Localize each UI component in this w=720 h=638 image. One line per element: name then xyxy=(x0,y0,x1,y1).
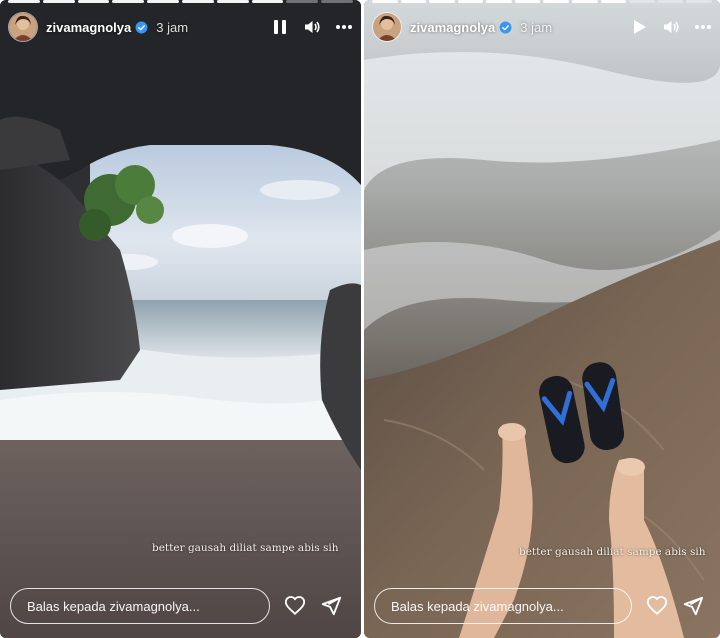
progress-segment xyxy=(321,0,353,3)
verified-badge-icon xyxy=(499,21,512,34)
verified-badge-icon xyxy=(135,21,148,34)
progress-segment xyxy=(572,0,598,3)
reply-bar xyxy=(10,588,351,624)
pause-icon[interactable] xyxy=(271,18,289,36)
reply-input[interactable] xyxy=(10,588,270,624)
more-options-icon[interactable] xyxy=(335,18,353,36)
heart-icon[interactable] xyxy=(646,595,668,617)
post-time: 3 jam xyxy=(156,19,189,35)
progress-segment xyxy=(181,0,214,3)
story-caption: better gausah diliat sampe abis sih xyxy=(152,542,339,554)
volume-icon[interactable] xyxy=(662,18,680,36)
progress-segment xyxy=(657,0,684,3)
post-time: 3 jam xyxy=(520,19,553,35)
story-panel-left[interactable]: zivamagnolya 3 jam better gausah diliat … xyxy=(0,0,361,638)
progress-segment xyxy=(216,0,249,3)
progress-segment xyxy=(629,0,655,3)
progress-segment xyxy=(77,0,110,3)
story-progress-bar xyxy=(8,0,353,3)
avatar[interactable] xyxy=(8,12,38,42)
play-icon[interactable] xyxy=(630,18,648,36)
reply-input[interactable] xyxy=(374,588,632,624)
progress-segment xyxy=(457,0,484,3)
progress-segment xyxy=(429,0,455,3)
progress-segment xyxy=(286,0,319,3)
progress-segment xyxy=(543,0,570,3)
username[interactable]: zivamagnolya xyxy=(410,20,495,35)
progress-segment xyxy=(400,0,427,3)
progress-segment xyxy=(686,0,712,3)
username[interactable]: zivamagnolya xyxy=(46,20,131,35)
avatar[interactable] xyxy=(372,12,402,42)
reply-bar xyxy=(374,588,710,624)
volume-icon[interactable] xyxy=(303,18,321,36)
progress-segment xyxy=(514,0,541,3)
story-header: zivamagnolya 3 jam xyxy=(8,12,353,42)
progress-segment xyxy=(147,0,179,3)
progress-segment xyxy=(8,0,40,3)
more-options-icon[interactable] xyxy=(694,18,712,36)
story-header: zivamagnolya 3 jam xyxy=(372,12,712,42)
heart-icon[interactable] xyxy=(284,595,306,617)
send-icon[interactable] xyxy=(320,595,342,617)
story-media-feet-on-sand xyxy=(364,0,720,638)
progress-segment xyxy=(42,0,75,3)
progress-segment xyxy=(251,0,284,3)
send-icon[interactable] xyxy=(682,595,704,617)
progress-segment xyxy=(112,0,145,3)
progress-segment xyxy=(486,0,512,3)
story-panel-right[interactable]: zivamagnolya 3 jam better gausah diliat … xyxy=(364,0,720,638)
progress-segment xyxy=(372,0,398,3)
story-progress-bar xyxy=(372,0,712,3)
progress-segment xyxy=(600,0,627,3)
story-caption: better gausah diliat sampe abis sih xyxy=(519,546,706,558)
